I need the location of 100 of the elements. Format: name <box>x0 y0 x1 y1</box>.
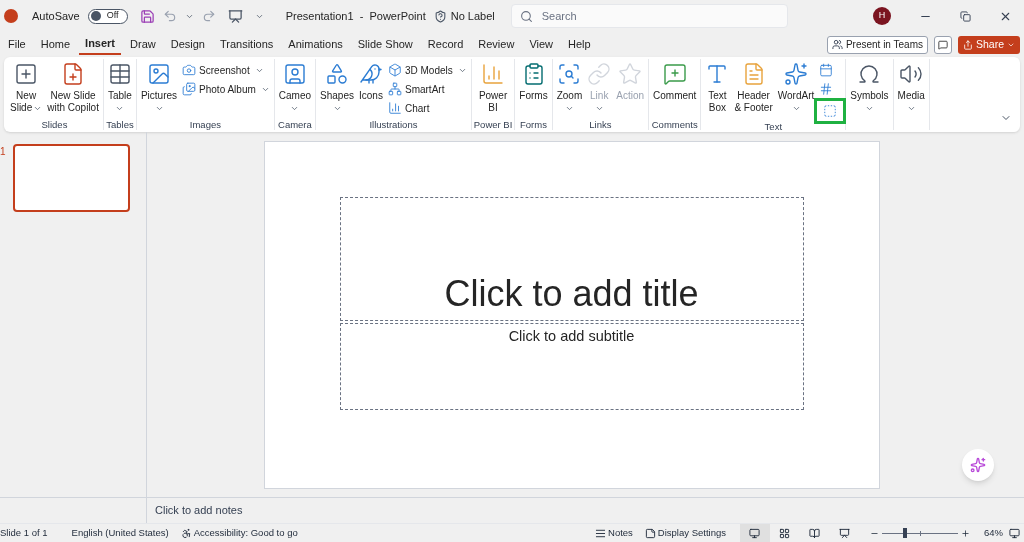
group-label: Images <box>189 119 221 131</box>
cube-icon <box>387 63 402 77</box>
ribbon-button[interactable]: Shapes <box>318 59 356 119</box>
bird-icon <box>358 62 383 86</box>
slide-number-icon <box>819 82 834 96</box>
normal-view-icon <box>749 527 761 539</box>
autosave-toggle[interactable]: Off <box>87 8 128 24</box>
ribbon-button[interactable]: 3D Models <box>385 61 469 79</box>
table-icon <box>107 62 132 86</box>
share-button[interactable]: Share <box>957 35 1020 54</box>
bar-chart-icon <box>481 62 506 86</box>
ribbon-button[interactable]: Pictures <box>138 59 180 119</box>
ribbon-button[interactable]: Comment <box>651 59 699 119</box>
share-icon <box>962 39 973 50</box>
slide-counter: Slide 1 of 1 <box>0 525 48 540</box>
ribbon-button[interactable]: Header & Footer <box>732 59 775 119</box>
group-label: Forms <box>520 119 547 131</box>
search-field[interactable]: Search <box>510 4 788 28</box>
group-label: Camera <box>278 119 312 131</box>
star-icon <box>618 62 643 86</box>
copilot-button[interactable] <box>962 449 994 481</box>
title-placeholder[interactable]: Click to add title <box>339 197 804 321</box>
ribbon-tab[interactable]: Animations <box>282 34 349 55</box>
group-label: Power BI <box>473 119 513 131</box>
view-button[interactable] <box>740 524 770 542</box>
user-avatar[interactable]: H <box>873 7 891 25</box>
ribbon-tab[interactable]: Draw <box>124 34 162 55</box>
group-label: Slides <box>41 119 68 131</box>
search-icon <box>519 10 533 23</box>
ribbon-button[interactable]: Photo Album <box>180 80 272 98</box>
reading-view-icon <box>809 527 821 539</box>
comments-button[interactable] <box>933 35 952 54</box>
speaker-icon <box>899 62 924 86</box>
notes-placeholder[interactable]: Click to add notes <box>155 502 243 519</box>
app-logo-icon <box>4 9 18 23</box>
slideshow-icon <box>839 527 851 539</box>
ribbon-tab[interactable]: Help <box>562 34 597 55</box>
zoom-level[interactable]: 64% <box>984 525 1003 541</box>
notes-button[interactable]: Notes <box>608 525 633 541</box>
save-icon[interactable] <box>139 8 155 24</box>
subtitle-placeholder[interactable]: Click to add subtitle <box>339 323 804 410</box>
photo-album-icon <box>182 82 197 96</box>
ribbon-button[interactable]: New Slide with Copilot <box>45 59 101 119</box>
group-label: Links <box>589 119 612 131</box>
link-icon <box>587 62 612 86</box>
present-in-teams-button[interactable]: Present in Teams <box>826 35 928 54</box>
ribbon-button[interactable]: New Slide <box>8 59 45 119</box>
omega-icon <box>857 62 882 86</box>
ribbon-button[interactable]: Symbols <box>848 59 891 119</box>
zoom-in-icon[interactable] <box>961 528 970 538</box>
ribbon-tab[interactable]: Transitions <box>213 34 280 55</box>
ribbon-button[interactable]: WordArt <box>775 59 817 119</box>
chart-icon <box>387 101 402 115</box>
shield-icon <box>433 9 447 23</box>
slide-thumbnail[interactable] <box>13 144 130 212</box>
ribbon-button[interactable]: Text Box <box>703 59 732 119</box>
slide-number: 1 <box>0 145 7 159</box>
notes-icon <box>595 527 607 539</box>
display-settings-button[interactable]: Display Settings <box>657 525 726 541</box>
group-label: Comments <box>651 119 698 131</box>
ribbon-button[interactable]: Cameo <box>276 59 314 119</box>
ribbon-button[interactable]: Power BI <box>476 59 510 119</box>
ribbon-button[interactable]: Forms <box>517 59 550 119</box>
ribbon-tab[interactable]: Review <box>472 34 521 55</box>
ribbon-button[interactable]: Zoom <box>554 59 585 119</box>
ribbon-tab[interactable]: Record <box>421 34 470 55</box>
ribbon-tab[interactable]: File <box>2 34 32 55</box>
zoom-icon <box>557 62 582 86</box>
comment-icon <box>937 39 948 50</box>
accessibility-status[interactable]: Accessibility: Good to go <box>193 525 298 541</box>
zoom-thumb[interactable] <box>902 528 907 538</box>
ribbon-button[interactable]: SmartArt <box>385 80 469 98</box>
slideshow-icon[interactable] <box>227 8 243 24</box>
people-icon <box>831 39 843 50</box>
picture-icon <box>147 62 171 86</box>
ribbon-button[interactable]: Media <box>895 59 927 119</box>
language-status[interactable]: English (United States) <box>71 525 169 541</box>
zoom-slider[interactable] <box>882 528 958 538</box>
new-slide-icon <box>14 62 39 86</box>
ribbon-button[interactable]: Screenshot <box>180 61 272 79</box>
ribbon-tab[interactable]: View <box>523 34 560 55</box>
ribbon-button[interactable]: Icons <box>356 59 385 119</box>
ribbon-button[interactable]: Table <box>105 59 134 119</box>
ribbon-tab[interactable]: Slide Show <box>351 34 419 55</box>
sensitivity-label: No Label <box>450 8 495 24</box>
ribbon-button[interactable]: Chart <box>385 99 469 117</box>
comment-icon <box>662 62 687 86</box>
restore-icon[interactable] <box>960 10 971 22</box>
icon-button[interactable] <box>817 101 844 121</box>
calendar-icon <box>819 63 834 77</box>
group-label: Illustrations <box>369 119 418 131</box>
accessibility-icon <box>180 527 192 539</box>
ribbon-tab[interactable]: Home <box>34 34 77 55</box>
ribbon-tab[interactable]: Design <box>164 34 211 55</box>
group-label: Text <box>764 121 783 133</box>
document-title: Presentation1 - PowerPoint <box>285 8 426 24</box>
shapes-icon <box>325 62 349 86</box>
ribbon-tab[interactable]: Insert <box>79 34 122 55</box>
fit-slide-icon[interactable] <box>1009 527 1020 539</box>
grid-view-icon <box>779 527 791 539</box>
